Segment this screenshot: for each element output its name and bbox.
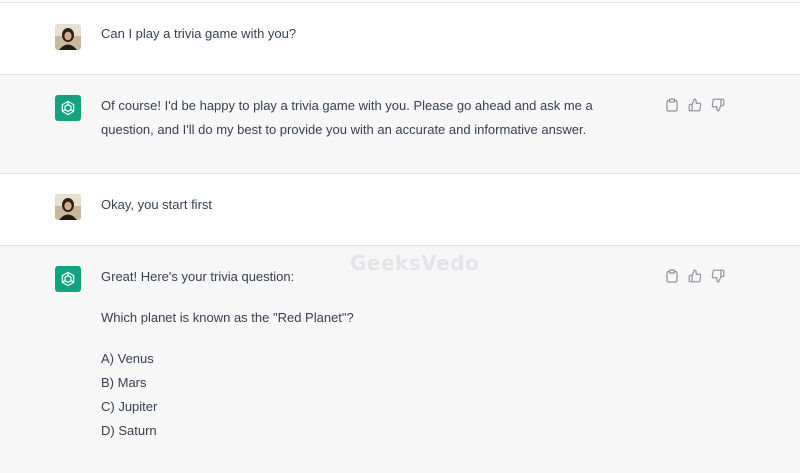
thumbs-down-icon[interactable] xyxy=(710,268,726,284)
trivia-option: D) Saturn xyxy=(101,423,157,438)
assistant-message: Of course! I'd be happy to play a trivia… xyxy=(0,75,800,173)
chatgpt-logo-icon xyxy=(55,95,81,121)
user-message-text: Okay, you start first xyxy=(101,197,213,212)
trivia-option: B) Mars xyxy=(101,375,147,390)
user-avatar xyxy=(55,24,81,50)
user-message: Okay, you start first xyxy=(0,174,800,245)
user-message: Can I play a trivia game with you? xyxy=(0,3,800,74)
copy-icon[interactable] xyxy=(664,97,680,113)
user-avatar xyxy=(55,194,81,220)
trivia-option: A) Venus xyxy=(101,351,154,366)
assistant-paragraph: Of course! I'd be happy to play a trivia… xyxy=(101,98,593,137)
assistant-message-text: Of course! I'd be happy to play a trivia… xyxy=(101,94,641,142)
thumbs-up-icon[interactable] xyxy=(687,268,703,284)
chatgpt-logo-icon xyxy=(55,266,81,292)
copy-icon[interactable] xyxy=(664,268,680,284)
thumbs-up-icon[interactable] xyxy=(687,97,703,113)
assistant-message-text: Great! Here's your trivia question: Whic… xyxy=(101,265,641,443)
trivia-question: Which planet is known as the "Red Planet… xyxy=(101,310,354,325)
watermark: GeeksVedo xyxy=(350,251,480,275)
user-message-text: Can I play a trivia game with you? xyxy=(101,26,297,41)
message-actions xyxy=(664,97,726,113)
assistant-message: Great! Here's your trivia question: Whic… xyxy=(0,246,800,473)
thumbs-down-icon[interactable] xyxy=(710,97,726,113)
trivia-option: C) Jupiter xyxy=(101,399,158,414)
message-actions xyxy=(664,268,726,284)
trivia-options: A) Venus B) Mars C) Jupiter D) Saturn xyxy=(101,347,641,443)
chat-thread: Can I play a trivia game with you? Of co… xyxy=(0,0,800,473)
